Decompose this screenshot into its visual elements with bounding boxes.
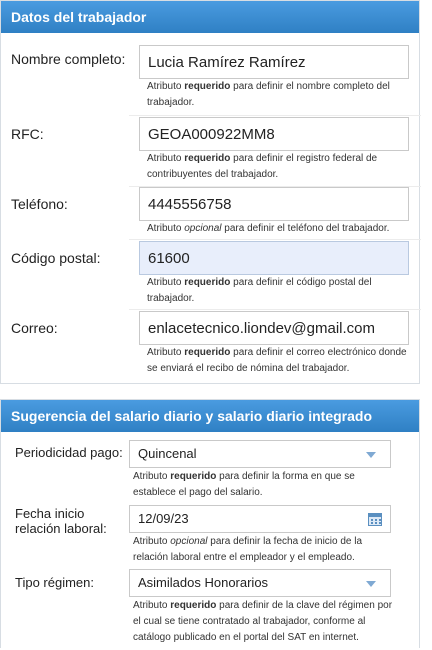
calendar-icon[interactable] (368, 513, 382, 526)
payment-periodicity-select[interactable]: Quincenal (129, 440, 391, 468)
postal-code-label: Código postal: (11, 250, 101, 266)
full-name-input[interactable] (139, 45, 409, 79)
field-start-date: Fecha inicio relación laboral: 12/09/23 … (1, 500, 421, 566)
full-name-label: Nombre completo: (11, 51, 126, 67)
email-label: Correo: (11, 320, 58, 336)
field-postal-code: Código postal: Atributo requerido para d… (1, 241, 421, 313)
phone-label: Teléfono: (11, 196, 68, 212)
field-regime-type: Tipo régimen: Asimilados Honorarios Atri… (1, 566, 421, 650)
rfc-input[interactable] (139, 117, 409, 151)
regime-type-select[interactable]: Asimilados Honorarios (129, 569, 391, 597)
postal-code-input[interactable] (139, 241, 409, 275)
salary-suggestion-header: Sugerencia del salario diario y salario … (1, 400, 419, 432)
start-date-label: Fecha inicio relación laboral: (15, 506, 107, 536)
worker-data-panel: Datos del trabajador Nombre completo: At… (0, 0, 421, 384)
rfc-label: RFC: (11, 126, 44, 142)
divider (129, 115, 421, 116)
payment-periodicity-label: Periodicidad pago: (15, 445, 123, 460)
start-date-input[interactable]: 12/09/23 (129, 505, 391, 533)
regime-type-help: Atributo requerido para definir de la cl… (133, 600, 393, 643)
rfc-help: Atributo requerido para definir el regis… (147, 153, 378, 180)
postal-code-help: Atributo requerido para definir el códig… (147, 277, 372, 304)
field-email: Correo: Atributo requerido para definir … (1, 311, 421, 383)
field-full-name: Nombre completo: Atributo requerido para… (1, 33, 421, 117)
worker-data-header: Datos del trabajador (1, 1, 419, 33)
field-payment-periodicity: Periodicidad pago: Quincenal Atributo re… (1, 432, 421, 500)
chevron-down-icon (366, 581, 376, 587)
start-date-value: 12/09/23 (138, 511, 189, 526)
full-name-help: Atributo requerido para definir el nombr… (147, 81, 390, 108)
salary-suggestion-panel: Sugerencia del salario diario y salario … (0, 399, 420, 648)
email-help: Atributo requerido para definir el corre… (147, 347, 407, 374)
regime-type-label: Tipo régimen: (15, 575, 94, 590)
phone-help: Atributo opcional para definir el teléfo… (147, 223, 390, 234)
divider (129, 309, 421, 310)
field-rfc: RFC: Atributo requerido para definir el … (1, 117, 421, 189)
phone-input[interactable] (139, 187, 409, 221)
regime-type-value: Asimilados Honorarios (138, 575, 269, 590)
payment-periodicity-value: Quincenal (138, 446, 197, 461)
divider (129, 239, 421, 240)
email-input[interactable] (139, 311, 409, 345)
start-date-help: Atributo opcional para definir la fecha … (133, 536, 363, 563)
field-phone: Teléfono: Atributo opcional para definir… (1, 187, 421, 243)
payment-periodicity-help: Atributo requerido para definir la forma… (133, 471, 355, 498)
chevron-down-icon (366, 452, 376, 458)
